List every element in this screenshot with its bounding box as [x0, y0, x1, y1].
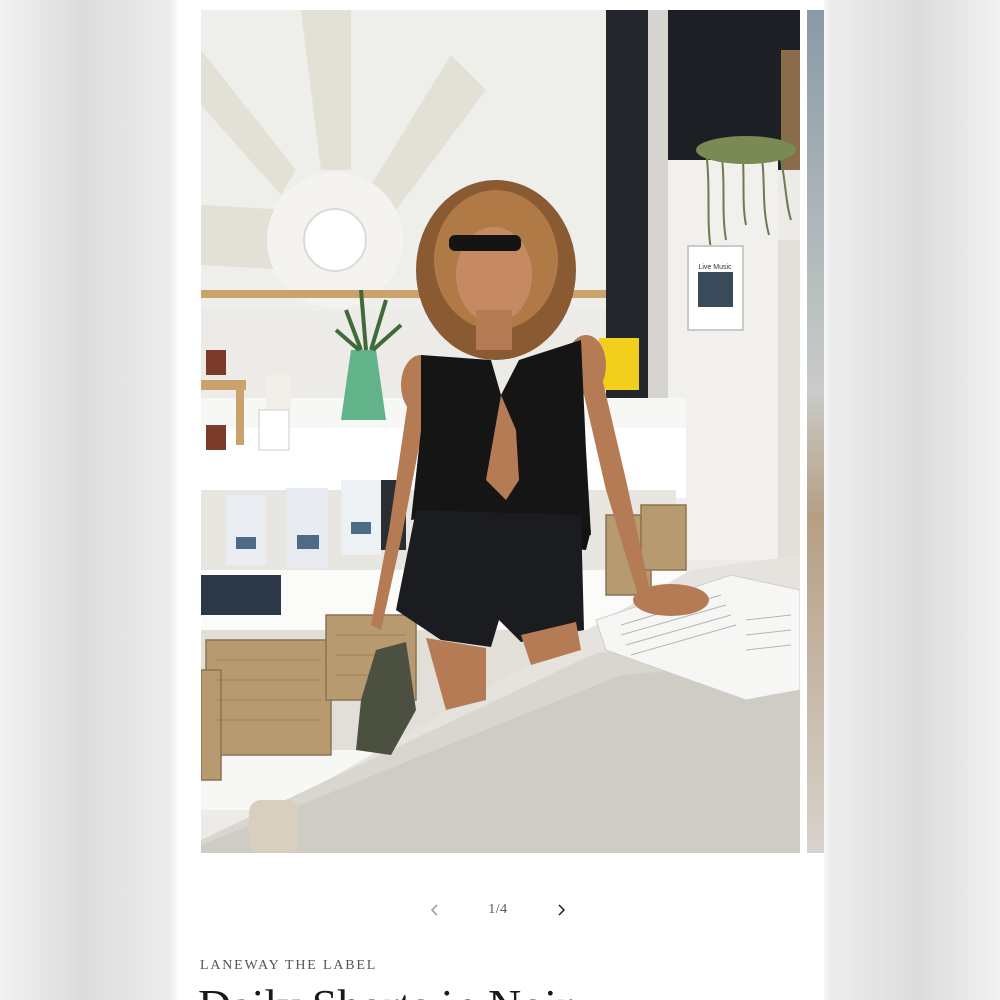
chevron-right-icon	[558, 904, 566, 916]
chevron-left-icon	[430, 904, 438, 916]
slide-counter: 1/4	[488, 902, 508, 917]
product-vendor: LANEWAY THE LABEL	[200, 958, 378, 973]
product-image-slide-1[interactable]: Live Music	[201, 10, 800, 853]
product-photo: Live Music	[201, 10, 800, 853]
product-page: Live Music 1/4 LANEWAY THE LABEL	[178, 0, 824, 1000]
previous-slide-button[interactable]	[418, 893, 452, 927]
gallery-controls: 1/4	[418, 893, 578, 927]
product-title: Daily Shorts in Noir	[198, 978, 572, 1000]
poster-text: Live Music	[698, 264, 732, 271]
product-image-gallery[interactable]: Live Music	[201, 10, 824, 853]
product-image-slide-2-peek[interactable]	[807, 10, 824, 853]
next-slide-button[interactable]	[544, 893, 578, 927]
